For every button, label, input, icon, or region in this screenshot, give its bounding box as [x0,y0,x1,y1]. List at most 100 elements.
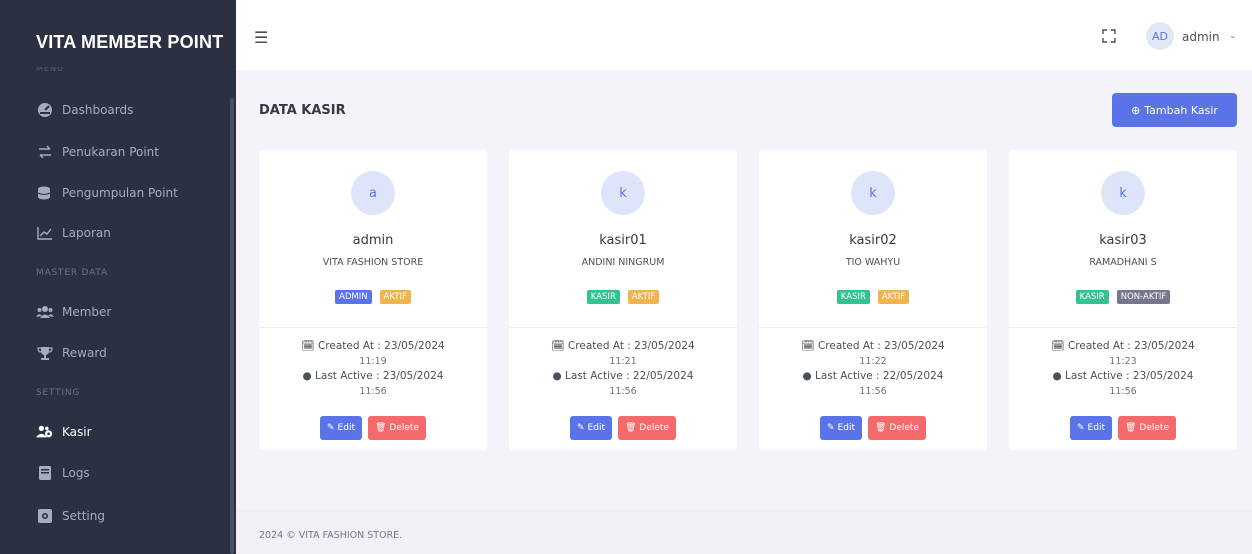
pencil-icon: ✎ [327,423,335,433]
menu-section-label: MENU [36,67,64,73]
sidebar-item-label: Setting [62,509,105,523]
calendar-icon: 🗓 [801,340,818,352]
plus-circle-icon: ⊕ [1131,103,1141,117]
last-active: Last Active : 22/05/2024 [815,370,944,382]
created-time: 11:19 [359,356,387,367]
created-time: 11:21 [609,356,637,367]
edit-label: Edit [337,423,355,433]
created-at: Created At : 23/05/2024 [1067,340,1195,352]
role-badge: KASIR [836,290,870,304]
card-fullname: RAMADHANI S [1089,257,1157,268]
chevron-down-icon[interactable]: ⌄ [1229,31,1237,41]
edit-button[interactable]: ✎ Edit [1070,416,1112,440]
last-active-time: 11:56 [1109,386,1137,397]
sidebar-scrollbar[interactable] [230,98,234,554]
status-badge: NON-AKTIF [1116,290,1171,304]
pencil-icon: ✎ [827,423,835,433]
dashboard-icon [36,101,54,119]
last-active-time: 11:56 [859,386,887,397]
avatar: k [851,171,895,215]
sidebar-item-label: Logs [62,466,90,480]
status-badge: AKTIF [379,290,411,304]
card-fullname: ANDINI NINGRUM [581,257,665,268]
divider [759,327,987,328]
exchange-icon [36,143,54,161]
status-badge: AKTIF [877,290,910,304]
trash-icon: 🗑 [624,423,637,433]
sidebar-item-label: Pengumpulan Point [62,186,178,200]
sidebar-item-label: Kasir [62,425,92,439]
created-at: Created At : 23/05/2024 [317,340,445,352]
status-badge: AKTIF [627,290,660,304]
clock-icon: ● [302,370,316,382]
delete-label: Delete [1139,423,1169,433]
sidebar-item-dashboards[interactable]: Dashboards [36,99,133,121]
card-username: kasir02 [849,233,897,248]
user-menu-name[interactable]: admin [1182,30,1220,44]
edit-button[interactable]: ✎ Edit [820,416,862,440]
card-username: kasir03 [1099,233,1147,248]
sidebar-item-logs[interactable]: Logs [36,462,90,484]
sidebar-item-label: Member [62,305,112,319]
edit-label: Edit [587,423,605,433]
last-active: Last Active : 22/05/2024 [565,370,694,382]
delete-button[interactable]: 🗑 Delete [1117,416,1176,440]
trash-icon: 🗑 [874,423,887,433]
clock-icon: ● [552,370,566,382]
calendar-icon: 🗓 [1051,340,1068,352]
card-fullname: TIO WAHYU [845,257,901,268]
delete-label: Delete [389,423,419,433]
add-kasir-button[interactable]: ⊕ Tambah Kasir [1112,93,1237,127]
divider [509,327,737,328]
sidebar-item-label: Laporan [62,226,111,240]
pencil-icon: ✎ [1077,423,1085,433]
sidebar-item-penukaran-point[interactable]: Penukaran Point [36,141,159,163]
card-username: admin [352,233,394,248]
sidebar-item-setting[interactable]: Setting [36,505,105,527]
topbar: ☰ AD admin ⌄ [236,0,1252,70]
avatar: a [351,171,395,215]
divider [1009,327,1237,328]
users-icon [36,303,54,321]
user-avatar[interactable]: AD [1146,22,1174,50]
sidebar-item-laporan[interactable]: Laporan [36,222,111,244]
kasir-card: k kasir01 ANDINI NINGRUM KASIR AKTIF 🗓 C… [509,150,737,450]
users-cog-icon [36,423,54,441]
avatar: k [1101,171,1145,215]
trash-icon: 🗑 [374,423,387,433]
page-title: DATA KASIR [259,103,346,118]
delete-button[interactable]: 🗑 Delete [867,416,926,440]
delete-button[interactable]: 🗑 Delete [367,416,426,440]
fullscreen-icon[interactable] [1102,28,1116,43]
last-active: Last Active : 23/05/2024 [315,370,444,382]
card-username: kasir01 [599,233,647,248]
last-active: Last Active : 23/05/2024 [1065,370,1194,382]
role-badge: KASIR [586,290,620,304]
trash-icon: 🗑 [1124,423,1137,433]
sidebar-item-reward[interactable]: Reward [36,342,107,364]
sidebar-item-pengumpulan-point[interactable]: Pengumpulan Point [36,182,178,204]
delete-button[interactable]: 🗑 Delete [617,416,676,440]
edit-button[interactable]: ✎ Edit [320,416,362,440]
calendar-icon: 🗓 [301,340,318,352]
sidebar-item-label: Penukaran Point [62,145,159,159]
trophy-icon [36,344,54,362]
created-at: Created At : 23/05/2024 [567,340,695,352]
footer-copyright: 2024 © VITA FASHION STORE. [259,530,403,541]
sidebar-item-label: Reward [62,346,107,360]
sidebar-item-member[interactable]: Member [36,301,111,323]
created-time: 11:22 [859,356,887,367]
edit-label: Edit [1087,423,1105,433]
pencil-icon: ✎ [577,423,585,433]
card-fullname: VITA FASHION STORE [322,257,424,268]
menu-toggle-icon[interactable]: ☰ [254,28,268,47]
divider [259,327,487,328]
edit-button[interactable]: ✎ Edit [570,416,612,440]
edit-label: Edit [837,423,855,433]
footer: 2024 © VITA FASHION STORE. [236,510,1252,554]
calendar-icon: 🗓 [551,340,568,352]
delete-label: Delete [639,423,669,433]
role-badge: KASIR [1075,290,1109,304]
sidebar-item-kasir[interactable]: Kasir [36,421,92,443]
gear-icon [36,507,54,525]
